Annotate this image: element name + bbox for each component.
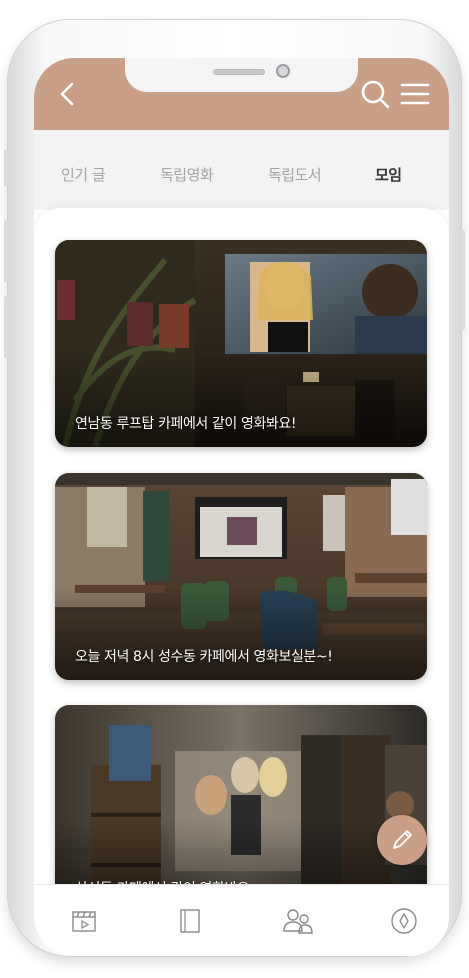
earpiece-speaker (213, 69, 265, 75)
hamburger-menu-icon (400, 83, 430, 105)
tab-indie-books[interactable]: 독립도서 (268, 164, 322, 185)
notch (125, 58, 358, 92)
phone-frame: 인기 글 독립영화 독립도서 모임 연남동 루프탑 카페에서 같이 영화봐요! … (4, 20, 465, 956)
post-card[interactable]: 연남동 루프탑 카페에서 같이 영화봐요! (55, 240, 427, 447)
clapperboard-icon (72, 911, 96, 932)
volume-up-button (4, 220, 8, 282)
nav-meetups[interactable] (282, 905, 314, 937)
app-header (34, 58, 449, 130)
category-tabs: 인기 글 독립영화 독립도서 모임 (34, 130, 449, 210)
people-icon (283, 909, 313, 934)
post-card[interactable]: 오늘 저녁 8시 성수동 카페에서 영화보실분~! (55, 473, 427, 680)
search-button[interactable] (359, 78, 391, 110)
back-arrow-icon (60, 82, 74, 106)
nav-movies[interactable] (68, 905, 100, 937)
post-caption: 오늘 저녁 8시 성수동 카페에서 영화보실분~! (75, 649, 333, 665)
back-button[interactable] (52, 78, 84, 110)
tab-indie-film[interactable]: 독립영화 (160, 164, 214, 185)
post-caption: 연남동 루프탑 카페에서 같이 영화봐요! (75, 416, 297, 432)
bottom-navigation (34, 884, 449, 956)
nav-books[interactable] (174, 905, 206, 937)
volume-down-button (4, 296, 8, 358)
tab-meetups[interactable]: 모임 (375, 164, 402, 185)
pencil-icon (393, 830, 412, 849)
power-button (461, 230, 465, 330)
nav-explore[interactable] (388, 905, 420, 937)
mute-switch (4, 150, 8, 186)
tab-popular[interactable]: 인기 글 (61, 164, 106, 185)
menu-button[interactable] (399, 80, 431, 108)
book-icon (180, 909, 200, 933)
write-post-button[interactable] (377, 815, 427, 865)
app-screen: 인기 글 독립영화 독립도서 모임 연남동 루프탑 카페에서 같이 영화봐요! … (34, 58, 449, 956)
compass-icon (391, 908, 417, 934)
front-camera (276, 64, 290, 78)
search-icon (361, 80, 390, 109)
post-card[interactable]: 삼성동 카페에서 같이 영화봐요~ (55, 705, 427, 912)
